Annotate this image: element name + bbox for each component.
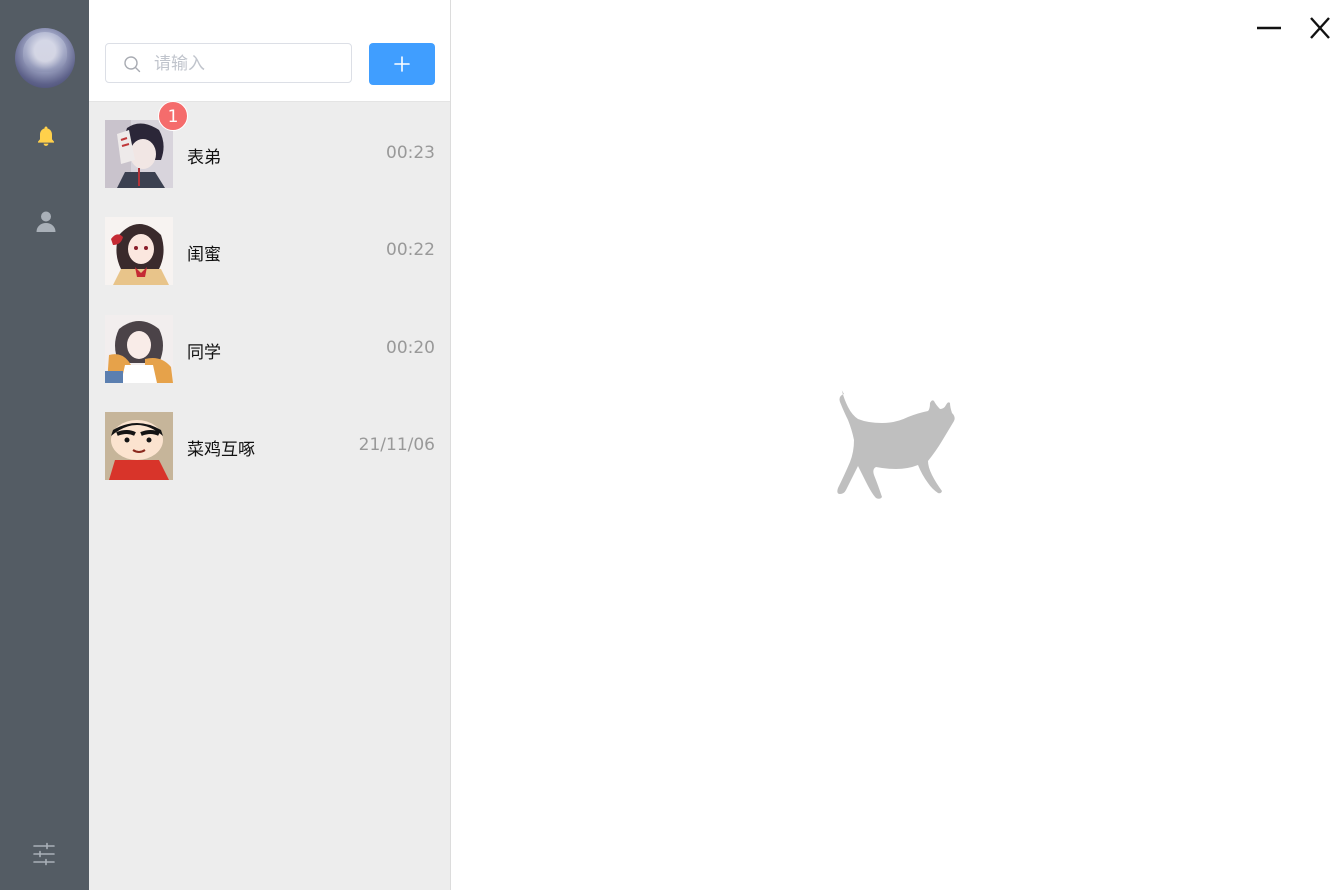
contact-avatar — [105, 120, 173, 188]
user-icon[interactable] — [34, 209, 58, 233]
minimize-button[interactable] — [1254, 14, 1284, 42]
sliders-icon[interactable] — [32, 842, 56, 866]
chat-area — [451, 0, 1340, 890]
contact-avatar — [105, 412, 173, 480]
search-icon — [124, 56, 141, 73]
minimize-icon — [1257, 26, 1281, 30]
search-bar — [89, 0, 450, 102]
contact-name: 表弟 — [187, 148, 221, 168]
plus-icon — [394, 56, 410, 72]
message-time: 00:20 — [386, 338, 435, 358]
conversation-item[interactable]: 菜鸡互啄 21/11/06 — [89, 395, 450, 493]
contact-name: 同学 — [187, 343, 221, 363]
search-field[interactable] — [105, 43, 352, 83]
close-icon — [1310, 17, 1330, 39]
contact-name: 菜鸡互啄 — [187, 440, 255, 460]
conversation-item[interactable]: 闺蜜 00:22 — [89, 200, 450, 298]
bell-icon[interactable] — [34, 124, 58, 148]
message-time: 00:23 — [386, 143, 435, 163]
close-button[interactable] — [1305, 14, 1335, 42]
search-input[interactable] — [152, 52, 346, 76]
conversation-item[interactable]: 同学 00:20 — [89, 298, 450, 396]
contact-avatar — [105, 217, 173, 285]
message-time: 00:22 — [386, 240, 435, 260]
contact-name: 闺蜜 — [187, 245, 221, 265]
conversation-panel: 表弟 00:23 1 闺蜜 00:22 — [89, 0, 451, 890]
unread-badge: 1 — [158, 101, 188, 131]
conversation-item[interactable]: 表弟 00:23 — [89, 103, 450, 201]
user-avatar[interactable] — [15, 28, 75, 88]
add-button[interactable] — [369, 43, 435, 85]
cat-icon — [837, 390, 955, 499]
message-time: 21/11/06 — [358, 435, 435, 455]
contact-avatar — [105, 315, 173, 383]
side-rail — [0, 0, 89, 890]
